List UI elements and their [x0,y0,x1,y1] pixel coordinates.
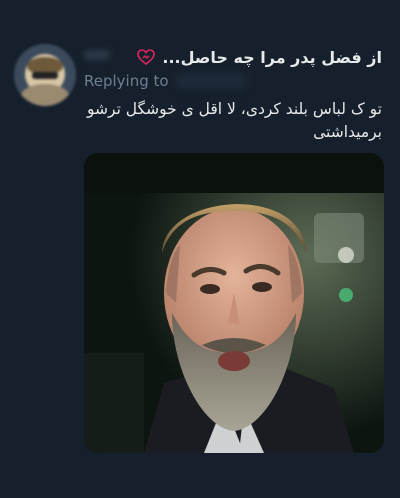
tweet-media-image[interactable] [84,153,384,453]
name-row[interactable]: از فضل پدر مرا چه حاصل... [136,44,382,70]
heart-icon [136,47,156,67]
tweet-text-line: برمیداشتی [313,123,382,141]
display-name[interactable]: از فضل پدر مرا چه حاصل... [162,48,382,67]
tweet-text-line: تو ک لباس بلند کردی، لا اقل ی خوشگل ترشو [87,100,382,118]
avatar[interactable] [14,44,76,106]
tweet: از فضل پدر مرا چه حاصل... Replying to تو… [0,0,400,498]
tweet-text: تو ک لباس بلند کردی، لا اقل ی خوشگل ترشو… [82,98,382,144]
blurred-handle [84,50,110,60]
replying-to-label: Replying to [84,72,169,90]
blurred-reply-handle [176,74,246,88]
